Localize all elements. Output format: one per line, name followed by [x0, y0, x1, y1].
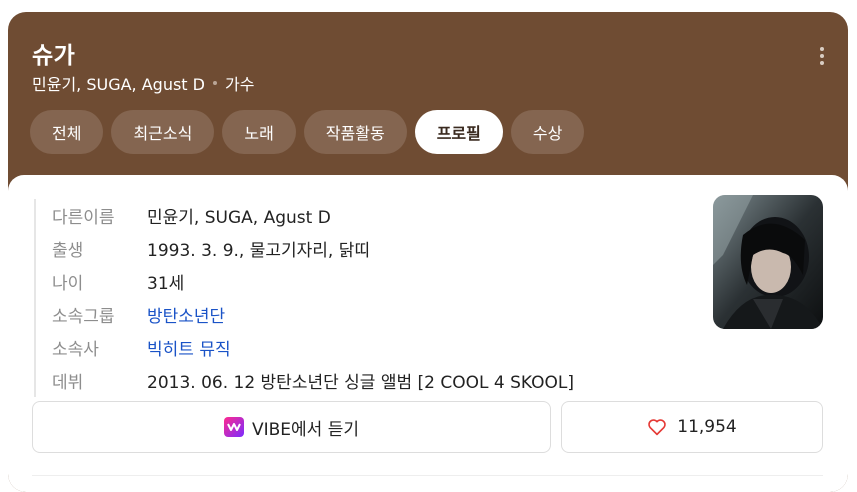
info-label: 나이	[52, 274, 84, 294]
info-label: 소속사	[52, 340, 99, 360]
info-row-debut: 데뷔 2013. 06. 12 방탄소년단 싱글 앨범 [2 COOL 4 SK…	[52, 364, 574, 397]
tab-songs[interactable]: 노래	[222, 110, 296, 154]
info-row-agency: 소속사 빅히트 뮤직	[52, 331, 574, 364]
info-row-other-names: 다른이름 민윤기, SUGA, Agust D	[52, 199, 574, 232]
profile-info-list: 다른이름 민윤기, SUGA, Agust D 출생 1993. 3. 9., …	[34, 199, 574, 397]
portrait-image	[713, 195, 823, 329]
tab-works[interactable]: 작품활동	[303, 110, 407, 154]
profile-body: 다른이름 민윤기, SUGA, Agust D 출생 1993. 3. 9., …	[8, 175, 848, 492]
agency-link[interactable]: 빅히트 뮤직	[147, 335, 231, 360]
info-value: 2013. 06. 12 방탄소년단 싱글 앨범 [2 COOL 4 SKOOL…	[147, 373, 574, 393]
info-label: 데뷔	[52, 373, 84, 393]
heart-outline-icon	[647, 418, 667, 436]
tab-all[interactable]: 전체	[30, 110, 104, 154]
info-row-group: 소속그룹 방탄소년단	[52, 298, 574, 331]
section-divider	[32, 475, 823, 476]
listen-on-vibe-button[interactable]: VIBE에서 듣기	[32, 401, 551, 453]
tab-recent-news[interactable]: 최근소식	[111, 110, 215, 154]
separator-dot	[212, 81, 217, 85]
person-name: 슈가	[32, 43, 76, 69]
info-value: 민윤기, SUGA, Agust D	[147, 208, 331, 228]
info-row-birth: 출생 1993. 3. 9., 물고기자리, 닭띠	[52, 232, 574, 265]
info-value: 31세	[147, 274, 185, 294]
info-label: 소속그룹	[52, 307, 115, 327]
more-vertical-icon[interactable]	[816, 47, 828, 65]
info-value: 1993. 3. 9., 물고기자리, 닭띠	[147, 241, 371, 261]
info-label: 출생	[52, 241, 84, 261]
profile-header: 슈가 민윤기, SUGA, Agust D 가수 전체 최근소식 노래 작품활동…	[8, 12, 848, 187]
tab-awards[interactable]: 수상	[510, 110, 585, 154]
tab-profile[interactable]: 프로필	[414, 110, 503, 154]
person-aliases: 민윤기, SUGA, Agust D	[32, 75, 205, 94]
listen-on-vibe-label: VIBE에서 듣기	[251, 419, 359, 440]
like-button[interactable]: 11,954	[561, 401, 823, 453]
tab-bar: 전체 최근소식 노래 작품활동 프로필 수상	[30, 110, 585, 154]
like-count: 11,954	[677, 417, 737, 437]
profile-photo[interactable]	[713, 195, 823, 329]
info-label: 다른이름	[52, 208, 115, 228]
vibe-logo-icon	[223, 417, 244, 437]
person-occupation: 가수	[224, 75, 255, 94]
info-row-age: 나이 31세	[52, 265, 574, 298]
person-subline: 민윤기, SUGA, Agust D 가수	[32, 71, 254, 95]
profile-card: 슈가 민윤기, SUGA, Agust D 가수 전체 최근소식 노래 작품활동…	[8, 12, 848, 492]
group-link[interactable]: 방탄소년단	[147, 302, 225, 327]
